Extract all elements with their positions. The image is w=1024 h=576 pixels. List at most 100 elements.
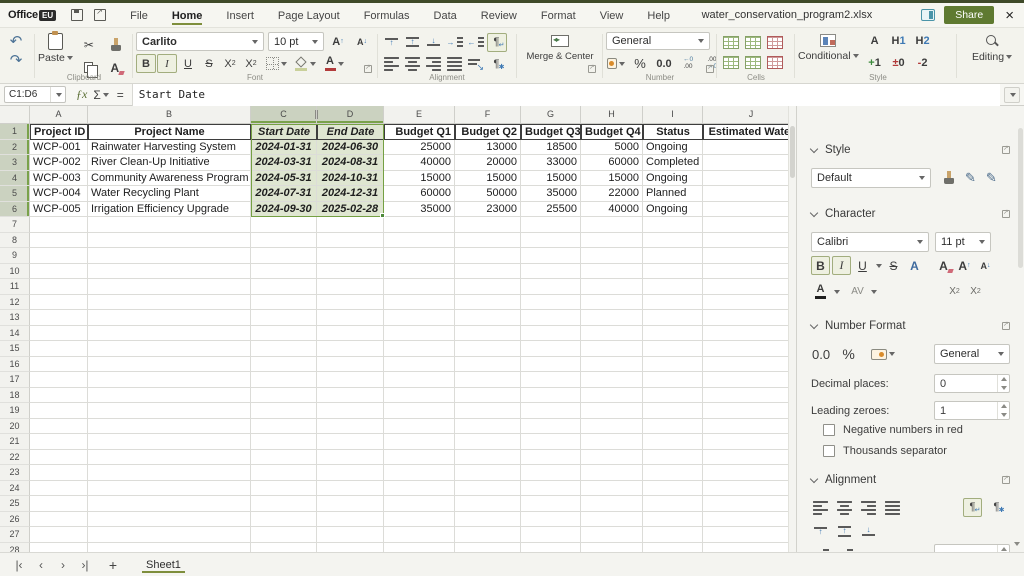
alignment-expand-icon[interactable] [1002, 476, 1010, 484]
cell-B2[interactable]: Rainwater Harvesting System [88, 140, 251, 156]
row-header-23[interactable]: 23 [0, 465, 30, 481]
insert-cells-button[interactable] [721, 33, 741, 52]
row-header-15[interactable]: 15 [0, 341, 30, 357]
cell-I7[interactable] [643, 217, 703, 233]
column-header-E[interactable]: E [384, 106, 455, 123]
cell-I17[interactable] [643, 372, 703, 388]
menu-home[interactable]: Home [162, 6, 213, 25]
cell-C27[interactable] [251, 527, 317, 543]
cell-E23[interactable] [384, 465, 455, 481]
row-header-27[interactable]: 27 [0, 527, 30, 543]
fill-handle[interactable] [380, 213, 385, 218]
toggle-panel-icon[interactable] [921, 9, 935, 21]
row-header-9[interactable]: 9 [0, 248, 30, 264]
cell-E3[interactable]: 40000 [384, 155, 455, 171]
cell-H25[interactable] [581, 496, 643, 512]
cell-I9[interactable] [643, 248, 703, 264]
cell-D23[interactable] [317, 465, 384, 481]
sb-grow-font-button[interactable]: A↑ [955, 256, 974, 275]
cell-J14[interactable] [703, 326, 788, 342]
cell-A18[interactable] [30, 388, 88, 404]
menu-page-layout[interactable]: Page Layout [268, 6, 350, 25]
cell-J6[interactable] [703, 202, 788, 218]
cell-D6[interactable]: 2025-02-28 [317, 202, 384, 218]
cell-I25[interactable] [643, 496, 703, 512]
sb-shadow-button[interactable]: A [905, 256, 924, 275]
cell-F12[interactable] [455, 295, 521, 311]
font-size-select[interactable]: 10 pt [268, 32, 324, 51]
merge-center-button[interactable]: Merge & Center [520, 28, 600, 62]
row-header-1[interactable]: 1 [0, 124, 30, 140]
sb-align-justify-button[interactable] [883, 498, 902, 517]
cell-I1[interactable]: Status [643, 124, 703, 140]
cell-E5[interactable]: 60000 [384, 186, 455, 202]
cell-F15[interactable] [455, 341, 521, 357]
redo-button[interactable]: ↷ [6, 51, 26, 70]
cell-J10[interactable] [703, 264, 788, 280]
cell-D27[interactable] [317, 527, 384, 543]
style-section-header[interactable]: Style [811, 144, 1010, 156]
cell-D3[interactable]: 2024-08-31 [317, 155, 384, 171]
borders-button[interactable] [262, 54, 290, 73]
sb-number-category-select[interactable]: General [934, 344, 1010, 364]
style-preset-h2[interactable]: H2 [913, 32, 933, 51]
add-sheet-button[interactable]: + [100, 557, 126, 573]
row-header-7[interactable]: 7 [0, 217, 30, 233]
row-header-16[interactable]: 16 [0, 357, 30, 373]
chevron-down-icon[interactable] [876, 264, 882, 268]
cell-J23[interactable] [703, 465, 788, 481]
cell-J5[interactable] [703, 186, 788, 202]
sb-increase-indent-button[interactable]: → [835, 544, 854, 552]
cell-B16[interactable] [88, 357, 251, 373]
cell-H1[interactable]: Budget Q4 [581, 124, 643, 140]
cell-J17[interactable] [703, 372, 788, 388]
cell-D25[interactable] [317, 496, 384, 512]
cell-C5[interactable]: 2024-07-31 [251, 186, 317, 202]
cell-I3[interactable]: Completed [643, 155, 703, 171]
cell-E26[interactable] [384, 512, 455, 528]
row-header-3[interactable]: 3 [0, 155, 30, 171]
menu-file[interactable]: File [120, 6, 158, 25]
cell-J3[interactable] [703, 155, 788, 171]
cell-G12[interactable] [521, 295, 581, 311]
sb-align-right-button[interactable] [859, 498, 878, 517]
cell-J2[interactable] [703, 140, 788, 156]
cell-H7[interactable] [581, 217, 643, 233]
cell-E17[interactable] [384, 372, 455, 388]
style-preset-a[interactable]: A [865, 32, 885, 51]
cell-E9[interactable] [384, 248, 455, 264]
strikethrough-button[interactable]: S [199, 54, 219, 73]
sb-spacing-button[interactable]: AV [848, 282, 867, 301]
cell-D21[interactable] [317, 434, 384, 450]
cell-G15[interactable] [521, 341, 581, 357]
cell-I15[interactable] [643, 341, 703, 357]
cell-G24[interactable] [521, 481, 581, 497]
cell-D9[interactable] [317, 248, 384, 264]
increase-indent-button[interactable]: → [445, 33, 465, 52]
cell-G13[interactable] [521, 310, 581, 326]
cell-H13[interactable] [581, 310, 643, 326]
cell-A7[interactable] [30, 217, 88, 233]
cell-B22[interactable] [88, 450, 251, 466]
cell-E25[interactable] [384, 496, 455, 512]
underline-button[interactable]: U [178, 54, 198, 73]
indent-stepper[interactable] [934, 544, 1010, 552]
alignment-section-header[interactable]: Alignment [811, 474, 1010, 486]
cell-I24[interactable] [643, 481, 703, 497]
cell-A2[interactable]: WCP-001 [30, 140, 88, 156]
cell-J19[interactable] [703, 403, 788, 419]
decimal-places-stepper[interactable]: 0 [934, 374, 1010, 393]
cell-E27[interactable] [384, 527, 455, 543]
align-middle-button[interactable]: ↑ [403, 33, 423, 52]
cell-B28[interactable] [88, 543, 251, 553]
cell-B26[interactable] [88, 512, 251, 528]
cell-D17[interactable] [317, 372, 384, 388]
cell-A23[interactable] [30, 465, 88, 481]
column-header-F[interactable]: F [455, 106, 521, 123]
row-header-5[interactable]: 5 [0, 186, 30, 202]
row-header-14[interactable]: 14 [0, 326, 30, 342]
sb-align-left-button[interactable] [811, 498, 830, 517]
cell-D5[interactable]: 2024-12-31 [317, 186, 384, 202]
cell-F28[interactable] [455, 543, 521, 553]
cell-E11[interactable] [384, 279, 455, 295]
